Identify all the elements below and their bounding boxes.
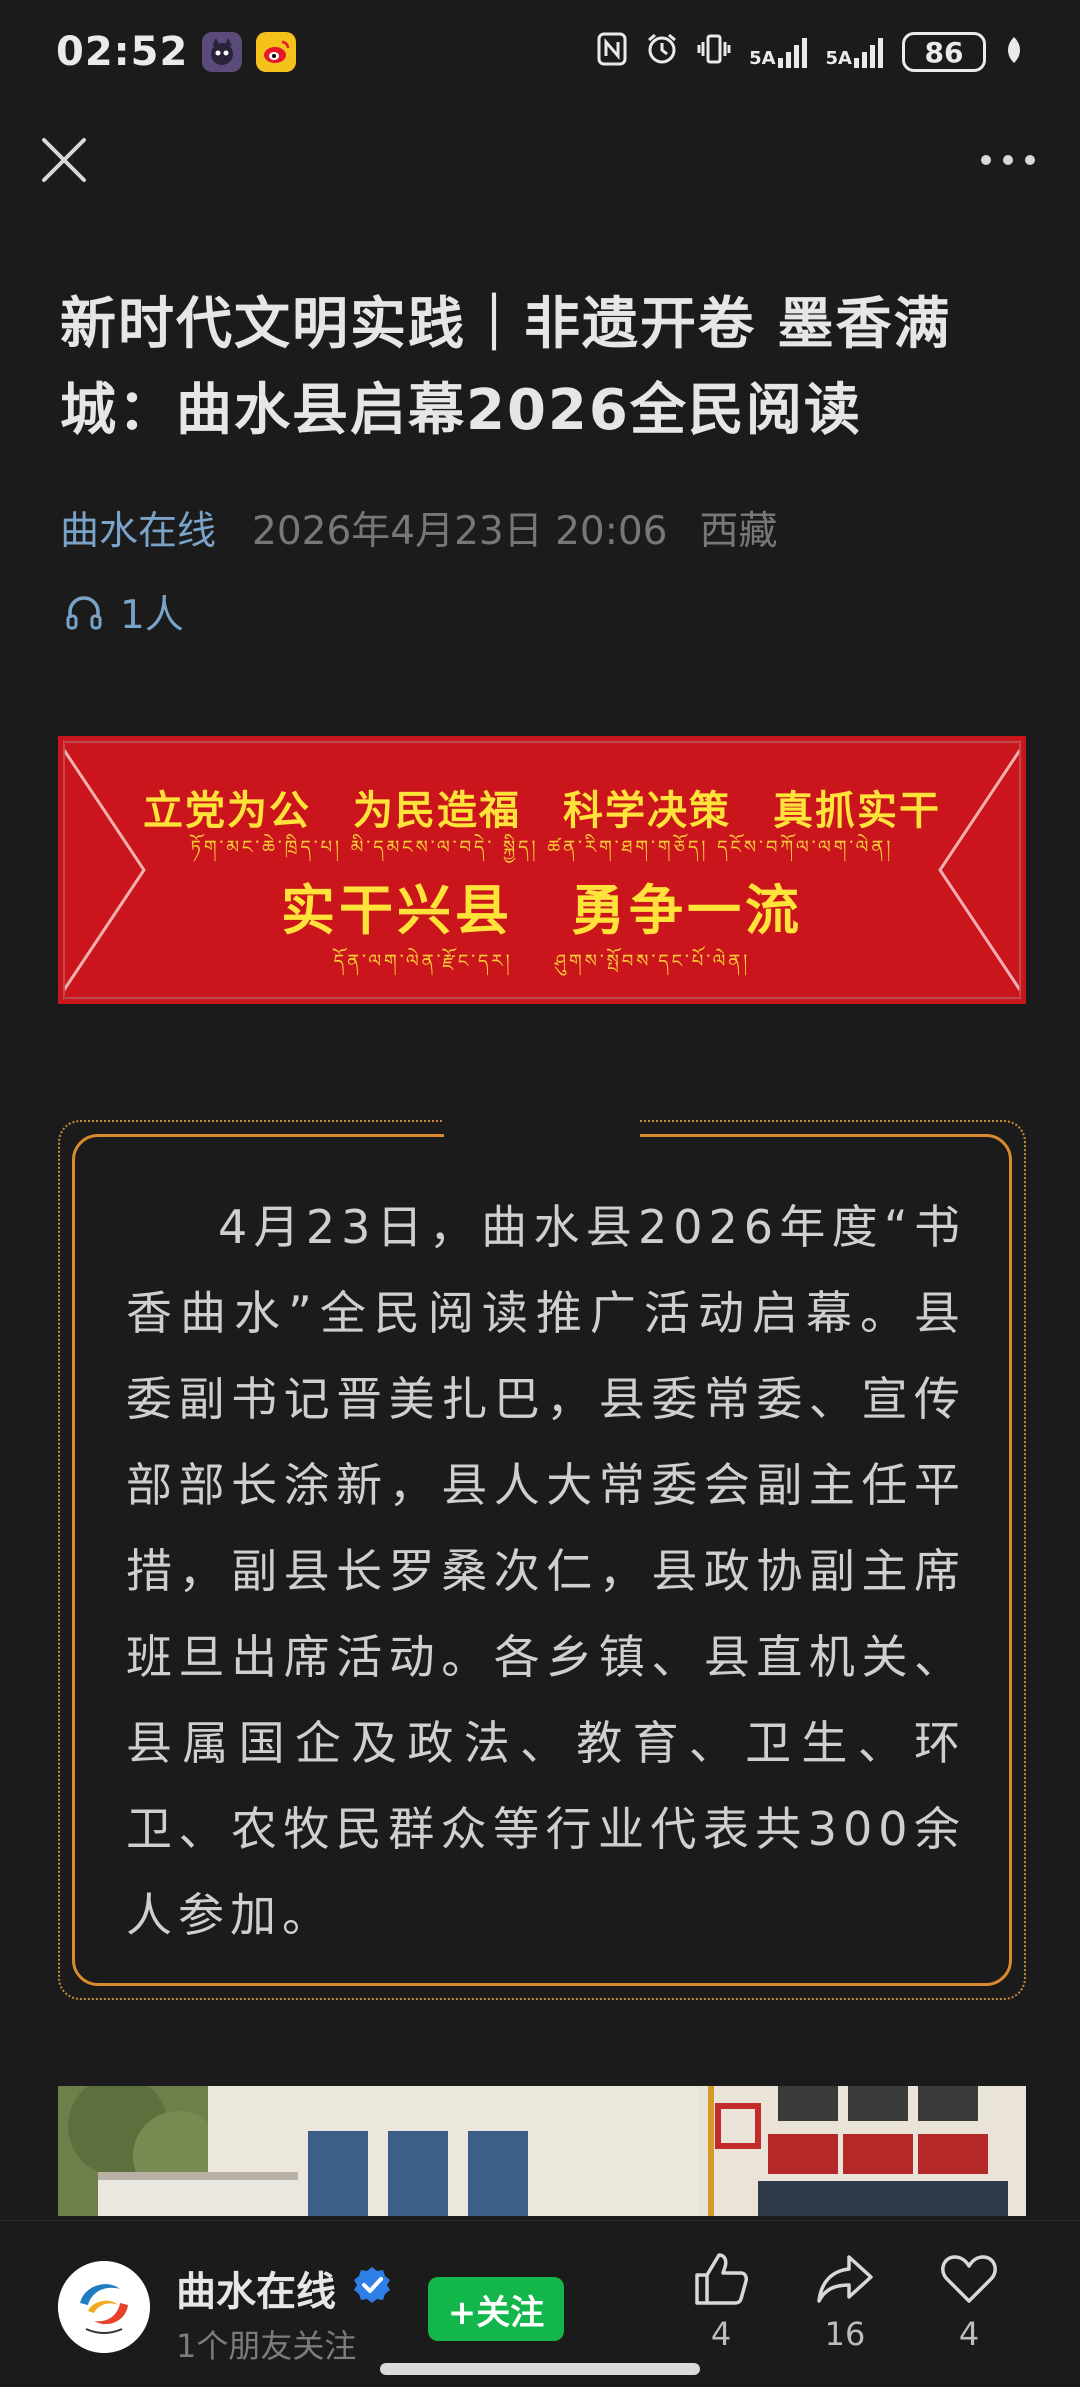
banner-tibetan-line2: དོན་ལག་ལེན་རྫོང་དར། ཤུགས་སྤོབས་དང་པོ་ལེན…: [333, 951, 751, 972]
more-icon: [981, 155, 1035, 165]
home-indicator[interactable]: [380, 2363, 700, 2375]
more-options-button[interactable]: [972, 132, 1044, 188]
bottom-action-bar: 曲水在线 1个朋友关注 +关注 4 16 4: [0, 2220, 1080, 2387]
publish-region: 西藏: [699, 509, 778, 554]
author-link[interactable]: 曲水在线: [60, 500, 216, 556]
verified-badge-icon: [352, 2265, 392, 2305]
battery-indicator: 86: [902, 32, 986, 72]
signal-5a-icon: 5A: [749, 36, 807, 68]
publish-date: 2026年4月23日 20:06: [252, 509, 668, 554]
building-photo: [58, 2086, 1026, 2216]
slogan-banner: 立党为公 为民造福 科学决策 真抓实干 ཏོག་མང་ཆེ་ཁྲིད་པ། མི…: [58, 736, 1026, 1004]
leaf-icon: [1004, 35, 1024, 69]
status-icons: 5A 5A 86: [597, 32, 1024, 73]
account-name[interactable]: 曲水在线: [176, 2259, 336, 2317]
article-meta: 曲水在线 2026年4月23日 20:06 西藏: [60, 500, 778, 556]
cat-app-icon: [202, 32, 243, 72]
article-photo[interactable]: [58, 2086, 1026, 2216]
close-button[interactable]: [36, 132, 92, 188]
like-button[interactable]: 4: [676, 2251, 766, 2353]
nfc-icon: [597, 32, 627, 73]
account-logo-icon: [58, 2261, 150, 2353]
weibo-icon: [256, 32, 297, 72]
alarm-icon: [645, 32, 679, 73]
status-time: 02:52: [56, 29, 189, 75]
sim2-label: 5A: [825, 48, 852, 69]
thumbs-up-icon: [695, 2253, 748, 2305]
vibrate-icon: [697, 32, 731, 73]
card-border-gap: [444, 1120, 640, 1150]
heart-icon: [941, 2255, 997, 2303]
sim1-label: 5A: [749, 48, 776, 69]
status-bar: 02:52 5A 5A 86: [0, 0, 1080, 104]
intro-text-card: 4月23日，曲水县2026年度“书香曲水”全民阅读推广活动启幕。县委副书记晋美扎…: [58, 1120, 1026, 2000]
banner-slogan-line2: 实干兴县 勇争一流: [281, 878, 803, 942]
listener-count: 1人: [120, 593, 184, 638]
favorite-button[interactable]: 4: [924, 2251, 1014, 2353]
like-count: 4: [710, 2315, 732, 2353]
share-count: 16: [824, 2315, 866, 2353]
account-avatar[interactable]: [58, 2261, 150, 2353]
friends-following-text: 1个朋友关注: [176, 2327, 357, 2365]
headphones-icon: [66, 596, 102, 630]
listen-button[interactable]: 1人: [64, 584, 184, 640]
intro-paragraph: 4月23日，曲水县2026年度“书香曲水”全民阅读推广活动启幕。县委副书记晋美扎…: [126, 1200, 966, 1942]
top-bar: [0, 120, 1080, 200]
favorite-count: 4: [958, 2315, 980, 2353]
signal-5a-icon: 5A: [826, 36, 884, 68]
follow-button[interactable]: +关注: [428, 2277, 564, 2341]
share-arrow-icon: [817, 2255, 873, 2303]
close-icon: [42, 138, 86, 182]
article-title: 新时代文明实践｜非遗开卷 墨香满城：曲水县启幕2026全民阅读: [60, 292, 952, 443]
share-button[interactable]: 16: [800, 2251, 890, 2353]
